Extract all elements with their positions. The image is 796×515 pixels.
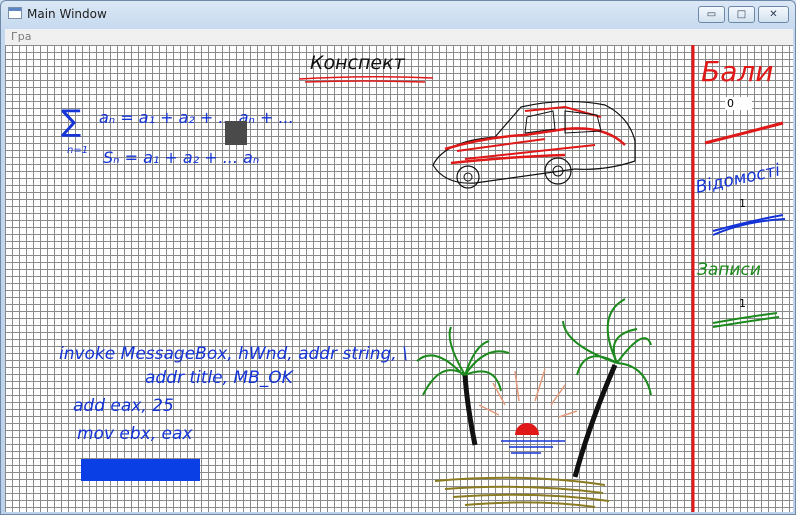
grades-underline bbox=[712, 214, 786, 236]
car-drawing bbox=[432, 100, 636, 189]
notes-value: 1 bbox=[739, 297, 746, 310]
code-line-3: add eax, 25 bbox=[73, 396, 174, 416]
grades-value-box: 1 bbox=[739, 197, 746, 210]
minimize-button[interactable]: ▭ bbox=[698, 6, 725, 23]
window-icon bbox=[8, 7, 22, 19]
code-line-4: mov ebx, eax bbox=[77, 424, 193, 444]
cursor-block bbox=[225, 121, 247, 145]
board-drawing: Конспект ∑ n=1 aₙ = a₁ + a₂ + ... aₙ + .… bbox=[59, 45, 786, 512]
notes-underline bbox=[712, 312, 780, 328]
grades-value: 1 bbox=[739, 197, 746, 210]
window-title: Main Window bbox=[27, 7, 107, 21]
main-window: Main Window ▭ □ ✕ Гра Конспект ∑ n=1 aₙ … bbox=[0, 0, 796, 515]
sigma-symbol: ∑ bbox=[61, 104, 81, 139]
code-line-2: addr title, MB_OK bbox=[145, 368, 295, 388]
notes-label: Записи bbox=[697, 260, 761, 280]
island-drawing bbox=[416, 298, 652, 508]
blue-bar bbox=[81, 459, 200, 481]
sigma-index: n=1 bbox=[67, 145, 88, 156]
game-board[interactable]: Конспект ∑ n=1 aₙ = a₁ + a₂ + ... aₙ + .… bbox=[5, 45, 793, 512]
points-value: 0 bbox=[725, 97, 752, 110]
points-label: Бали bbox=[701, 55, 773, 88]
title-bar[interactable]: Main Window ▭ □ ✕ bbox=[1, 1, 795, 29]
series-line-1: aₙ = a₁ + a₂ + ... aₙ + ... bbox=[99, 108, 294, 127]
heading-text: Конспект bbox=[310, 52, 406, 74]
code-line-1: invoke MessageBox, hWnd, addr string, \ bbox=[59, 344, 408, 364]
heading-underline bbox=[298, 75, 434, 83]
menu-bar: Гра bbox=[5, 29, 793, 45]
close-button[interactable]: ✕ bbox=[758, 6, 789, 23]
grades-label: Відомості bbox=[694, 160, 782, 197]
points-underline bbox=[704, 121, 784, 145]
maximize-button[interactable]: □ bbox=[728, 6, 755, 23]
notes-value-box: 1 bbox=[739, 297, 746, 310]
series-line-2: Sₙ = a₁ + a₂ + ... aₙ bbox=[103, 148, 259, 167]
points-value-box: 0 bbox=[725, 97, 752, 110]
menu-item-game[interactable]: Гра bbox=[11, 30, 31, 43]
